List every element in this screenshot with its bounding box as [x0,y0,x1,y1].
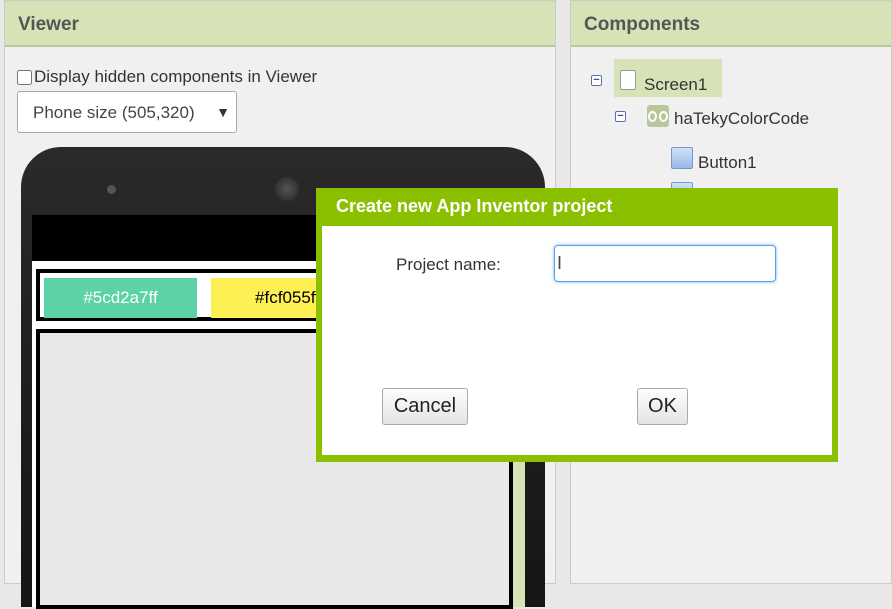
extension-icon [647,105,669,127]
phone-size-value: Phone size (505,320) [33,103,195,122]
project-name-input[interactable] [554,245,776,282]
viewer-title: Viewer [5,1,555,47]
display-hidden-components-row[interactable]: Display hidden components in Viewer [17,67,317,87]
tree-item-label: Button1 [698,153,757,172]
tree-item-screen1[interactable]: − Screen1 [591,65,707,95]
ok-button[interactable]: OK [637,388,688,425]
display-hidden-label: Display hidden components in Viewer [34,67,318,86]
dialog-title: Create new App Inventor project [336,196,613,216]
tree-item-button1[interactable]: Button1 [671,143,757,173]
dialog-body: Project name: I Cancel OK [322,226,832,455]
chevron-down-icon: ▼ [216,104,230,120]
create-project-dialog: Create new App Inventor project Project … [316,188,838,462]
phone-sensor-icon [107,185,116,194]
phone-camera-icon [275,177,299,201]
button-component-icon [671,147,693,169]
phone-size-select[interactable]: Phone size (505,320) ▼ [17,91,237,133]
components-title: Components [571,1,891,47]
screen-icon [620,70,636,90]
tree-item-label: haTekyColorCode [674,109,810,128]
display-hidden-checkbox[interactable] [17,69,32,85]
text-cursor-icon: I [557,254,562,274]
color-button-green[interactable]: #5cd2a7ff [44,278,197,318]
tree-item-label: Screen1 [644,75,708,94]
collapse-icon[interactable]: − [615,110,626,122]
cancel-button[interactable]: Cancel [382,388,468,425]
project-name-label: Project name: [396,255,501,274]
tree-item-hatekycolorcode[interactable]: − haTekyColorCode [615,103,809,129]
collapse-icon[interactable]: − [591,74,602,86]
